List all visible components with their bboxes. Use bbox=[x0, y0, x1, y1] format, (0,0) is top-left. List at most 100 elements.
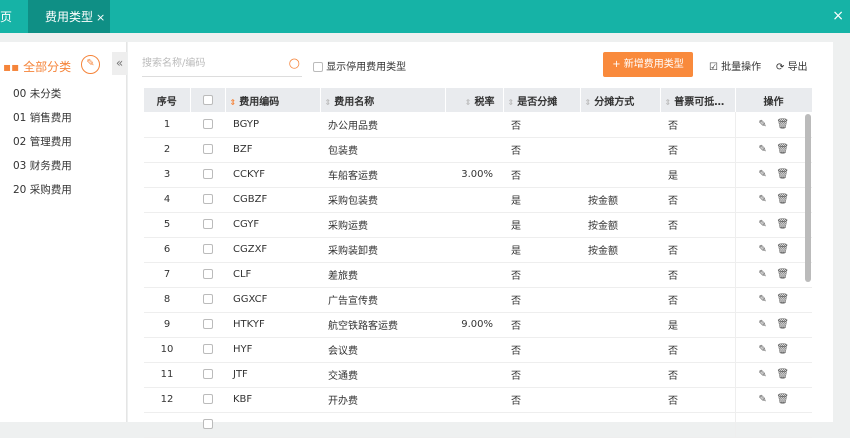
expense-name: 采购运费 bbox=[320, 212, 445, 238]
table-row[interactable]: 2 BZF 包装费否否 ✎ 🗑 bbox=[144, 137, 812, 163]
tab-expense-type[interactable]: 费用类型 × bbox=[28, 0, 110, 33]
row-checkbox[interactable] bbox=[202, 244, 213, 254]
edit-icon[interactable]: ✎ bbox=[758, 394, 766, 405]
delete-icon[interactable]: 🗑 bbox=[776, 194, 789, 205]
column-header[interactable]: ⇕ 是否分摊 bbox=[503, 88, 581, 112]
expense-name: 会议费 bbox=[320, 337, 445, 363]
column-header[interactable]: ⇕ 费用名称 bbox=[320, 88, 446, 112]
delete-icon[interactable]: 🗑 bbox=[776, 319, 789, 330]
edit-category-icon[interactable]: ✎ bbox=[81, 55, 100, 74]
sort-icon[interactable]: ⇕ bbox=[465, 98, 472, 107]
row-checkbox[interactable] bbox=[202, 319, 213, 329]
table-row[interactable]: 3 CCKYF 车船客运费 3.00% 否是 ✎ 🗑 bbox=[144, 162, 812, 188]
export-button[interactable]: ⟳ 导出 bbox=[776, 58, 808, 73]
table-row[interactable]: 10 HYF 会议费否否 ✎ 🗑 bbox=[144, 337, 812, 363]
allocation-method: 按金额 bbox=[580, 212, 660, 238]
edit-icon[interactable]: ✎ bbox=[758, 244, 766, 255]
tab-home[interactable]: 页 bbox=[0, 0, 22, 33]
table-row[interactable]: 11 JTF 交通费否否 ✎ 🗑 bbox=[144, 362, 812, 388]
sort-icon[interactable]: ⇕ bbox=[230, 98, 237, 107]
sort-icon[interactable]: ⇕ bbox=[325, 98, 332, 107]
row-checkbox[interactable] bbox=[202, 194, 213, 204]
expense-code: CGBZF bbox=[225, 187, 320, 213]
row-checkbox[interactable] bbox=[202, 394, 213, 404]
edit-icon[interactable]: ✎ bbox=[758, 194, 766, 205]
row-index: 7 bbox=[144, 262, 190, 288]
delete-icon[interactable]: 🗑 bbox=[776, 219, 789, 230]
scrollbar[interactable] bbox=[805, 114, 811, 282]
row-index: 8 bbox=[144, 287, 190, 313]
delete-icon[interactable]: 🗑 bbox=[776, 394, 789, 405]
row-index bbox=[144, 412, 190, 438]
collapse-sidebar-button[interactable]: « bbox=[112, 52, 127, 75]
search-icon[interactable]: ○ bbox=[289, 53, 300, 75]
table-row[interactable]: 4 CGBZF 采购包装费是按金额否 ✎ 🗑 bbox=[144, 187, 812, 213]
delete-icon[interactable]: 🗑 bbox=[776, 119, 789, 130]
table-row[interactable]: 12 KBF 开办费否否 ✎ 🗑 bbox=[144, 387, 812, 413]
category-all[interactable]: ▪▪ 全部分类 bbox=[3, 58, 71, 75]
edit-icon[interactable]: ✎ bbox=[758, 269, 766, 280]
close-all-icon[interactable]: × bbox=[832, 8, 844, 24]
row-checkbox-cell bbox=[190, 262, 225, 288]
delete-icon[interactable]: 🗑 bbox=[776, 344, 789, 355]
delete-icon[interactable]: 🗑 bbox=[776, 169, 789, 180]
table-row[interactable]: 7 CLF 差旅费否否 ✎ 🗑 bbox=[144, 262, 812, 288]
edit-icon[interactable]: ✎ bbox=[758, 144, 766, 155]
is-allocated: 否 bbox=[503, 337, 580, 363]
category-item[interactable]: 02 管理费用 bbox=[13, 134, 72, 149]
row-checkbox[interactable] bbox=[202, 369, 213, 379]
table-row[interactable]: 5 CGYF 采购运费是按金额否 ✎ 🗑 bbox=[144, 212, 812, 238]
column-header[interactable]: ⇕ 分摊方式 bbox=[580, 88, 661, 112]
category-item[interactable]: 03 财务费用 bbox=[13, 158, 72, 173]
row-checkbox[interactable] bbox=[202, 169, 213, 179]
column-header[interactable]: ⇕ 费用编码 bbox=[225, 88, 321, 112]
edit-icon[interactable]: ✎ bbox=[758, 294, 766, 305]
edit-icon[interactable]: ✎ bbox=[758, 369, 766, 380]
category-item[interactable]: 00 未分类 bbox=[13, 86, 61, 101]
column-header[interactable]: ⇕ 普票可抵… bbox=[660, 88, 736, 112]
table-row[interactable]: 6 CGZXF 采购装卸费是按金额否 ✎ 🗑 bbox=[144, 237, 812, 263]
row-checkbox[interactable] bbox=[202, 219, 213, 229]
expense-type-table: 序号 ⇕ 费用编码 ⇕ 费用名称 ⇕ 税率 ⇕ 是否分摊 ⇕ 分摊方式 ⇕ 普票可抵… 操作 1 BGYP 办… bbox=[144, 88, 813, 438]
sort-icon[interactable]: ⇕ bbox=[585, 98, 592, 107]
row-checkbox[interactable] bbox=[202, 294, 213, 304]
close-tab-icon[interactable]: × bbox=[96, 11, 105, 24]
table-row[interactable] bbox=[144, 412, 812, 438]
delete-icon[interactable]: 🗑 bbox=[776, 294, 789, 305]
delete-icon[interactable]: 🗑 bbox=[776, 244, 789, 255]
row-checkbox[interactable] bbox=[202, 269, 213, 279]
row-checkbox-cell bbox=[190, 187, 225, 213]
row-checkbox[interactable] bbox=[202, 419, 213, 429]
delete-icon[interactable]: 🗑 bbox=[776, 144, 789, 155]
select-all-checkbox[interactable] bbox=[202, 94, 213, 105]
table-row[interactable]: 1 BGYP 办公用品费否否 ✎ 🗑 bbox=[144, 112, 812, 138]
sort-icon[interactable]: ⇕ bbox=[508, 98, 515, 107]
batch-operation-button[interactable]: ☑ 批量操作 bbox=[709, 58, 761, 73]
table-row[interactable]: 9 HTKYF 航空铁路客运费 9.00% 否是 ✎ 🗑 bbox=[144, 312, 812, 338]
edit-icon[interactable]: ✎ bbox=[758, 319, 766, 330]
column-header[interactable]: ⇕ 税率 bbox=[445, 88, 504, 112]
sort-icon[interactable]: ⇕ bbox=[665, 98, 672, 107]
expense-name: 采购包装费 bbox=[320, 187, 445, 213]
row-index: 6 bbox=[144, 237, 190, 263]
delete-icon[interactable]: 🗑 bbox=[776, 269, 789, 280]
edit-icon[interactable]: ✎ bbox=[758, 119, 766, 130]
row-checkbox[interactable] bbox=[202, 144, 213, 154]
invoice-deductible: 否 bbox=[660, 187, 735, 213]
row-checkbox[interactable] bbox=[202, 118, 213, 129]
show-disabled-checkbox[interactable]: 显示停用费用类型 bbox=[313, 58, 406, 73]
header-label: 费用名称 bbox=[334, 96, 375, 108]
add-expense-type-button[interactable]: + 新增费用类型 bbox=[603, 52, 693, 77]
row-checkbox[interactable] bbox=[202, 344, 213, 354]
category-item[interactable]: 01 销售费用 bbox=[13, 110, 72, 125]
batch-label: 批量操作 bbox=[721, 62, 762, 73]
edit-icon[interactable]: ✎ bbox=[758, 169, 766, 180]
edit-icon[interactable]: ✎ bbox=[758, 219, 766, 230]
export-icon: ⟳ bbox=[776, 62, 788, 73]
category-item[interactable]: 20 采购费用 bbox=[13, 182, 72, 197]
table-row[interactable]: 8 GGXCF 广告宣传费否否 ✎ 🗑 bbox=[144, 287, 812, 313]
search-input[interactable]: 搜索名称/编码 ○ bbox=[142, 53, 302, 77]
checkbox[interactable] bbox=[313, 62, 323, 72]
delete-icon[interactable]: 🗑 bbox=[776, 369, 789, 380]
edit-icon[interactable]: ✎ bbox=[758, 344, 766, 355]
